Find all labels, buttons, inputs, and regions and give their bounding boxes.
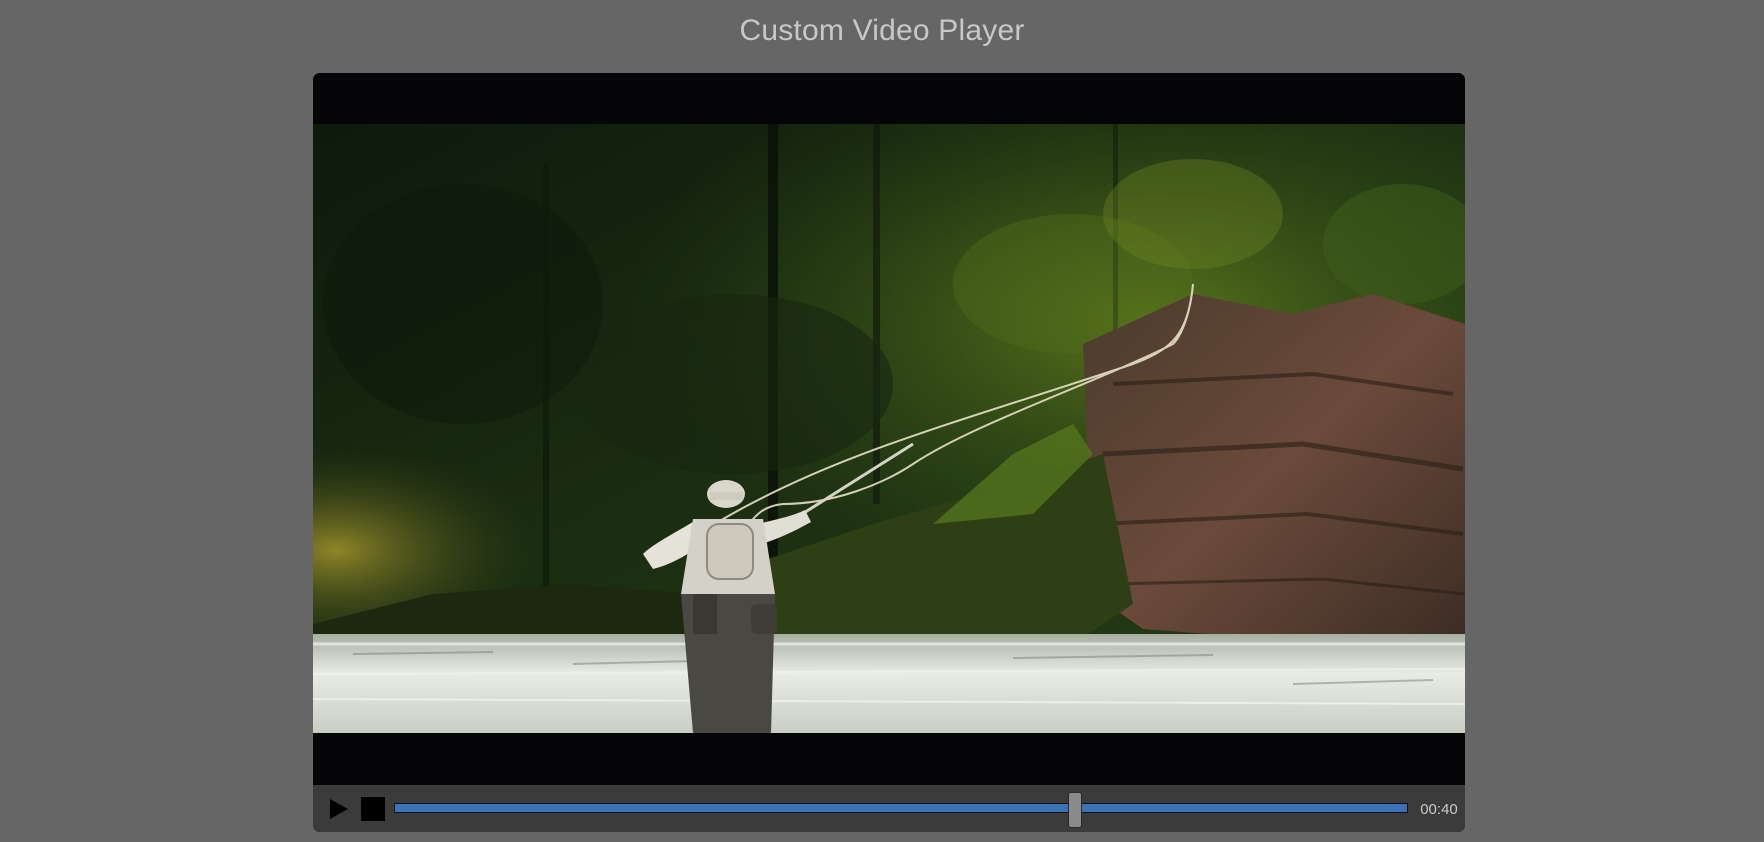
play-button[interactable] (327, 797, 351, 821)
video-area[interactable] (313, 73, 1465, 785)
page-title: Custom Video Player (739, 14, 1025, 47)
progress-bar[interactable] (394, 803, 1408, 813)
progress-fill (395, 804, 1076, 812)
progress-handle[interactable] (1068, 792, 1083, 828)
video-frame (313, 124, 1465, 733)
stop-button[interactable] (361, 797, 385, 821)
video-player: 00:40 (313, 73, 1465, 832)
page: Custom Video Player 00:40 (0, 0, 1764, 842)
time-display: 00:40 (1420, 801, 1458, 818)
player-controls: 00:40 (313, 785, 1465, 832)
progress-remaining (1075, 804, 1407, 812)
play-icon (330, 799, 348, 819)
